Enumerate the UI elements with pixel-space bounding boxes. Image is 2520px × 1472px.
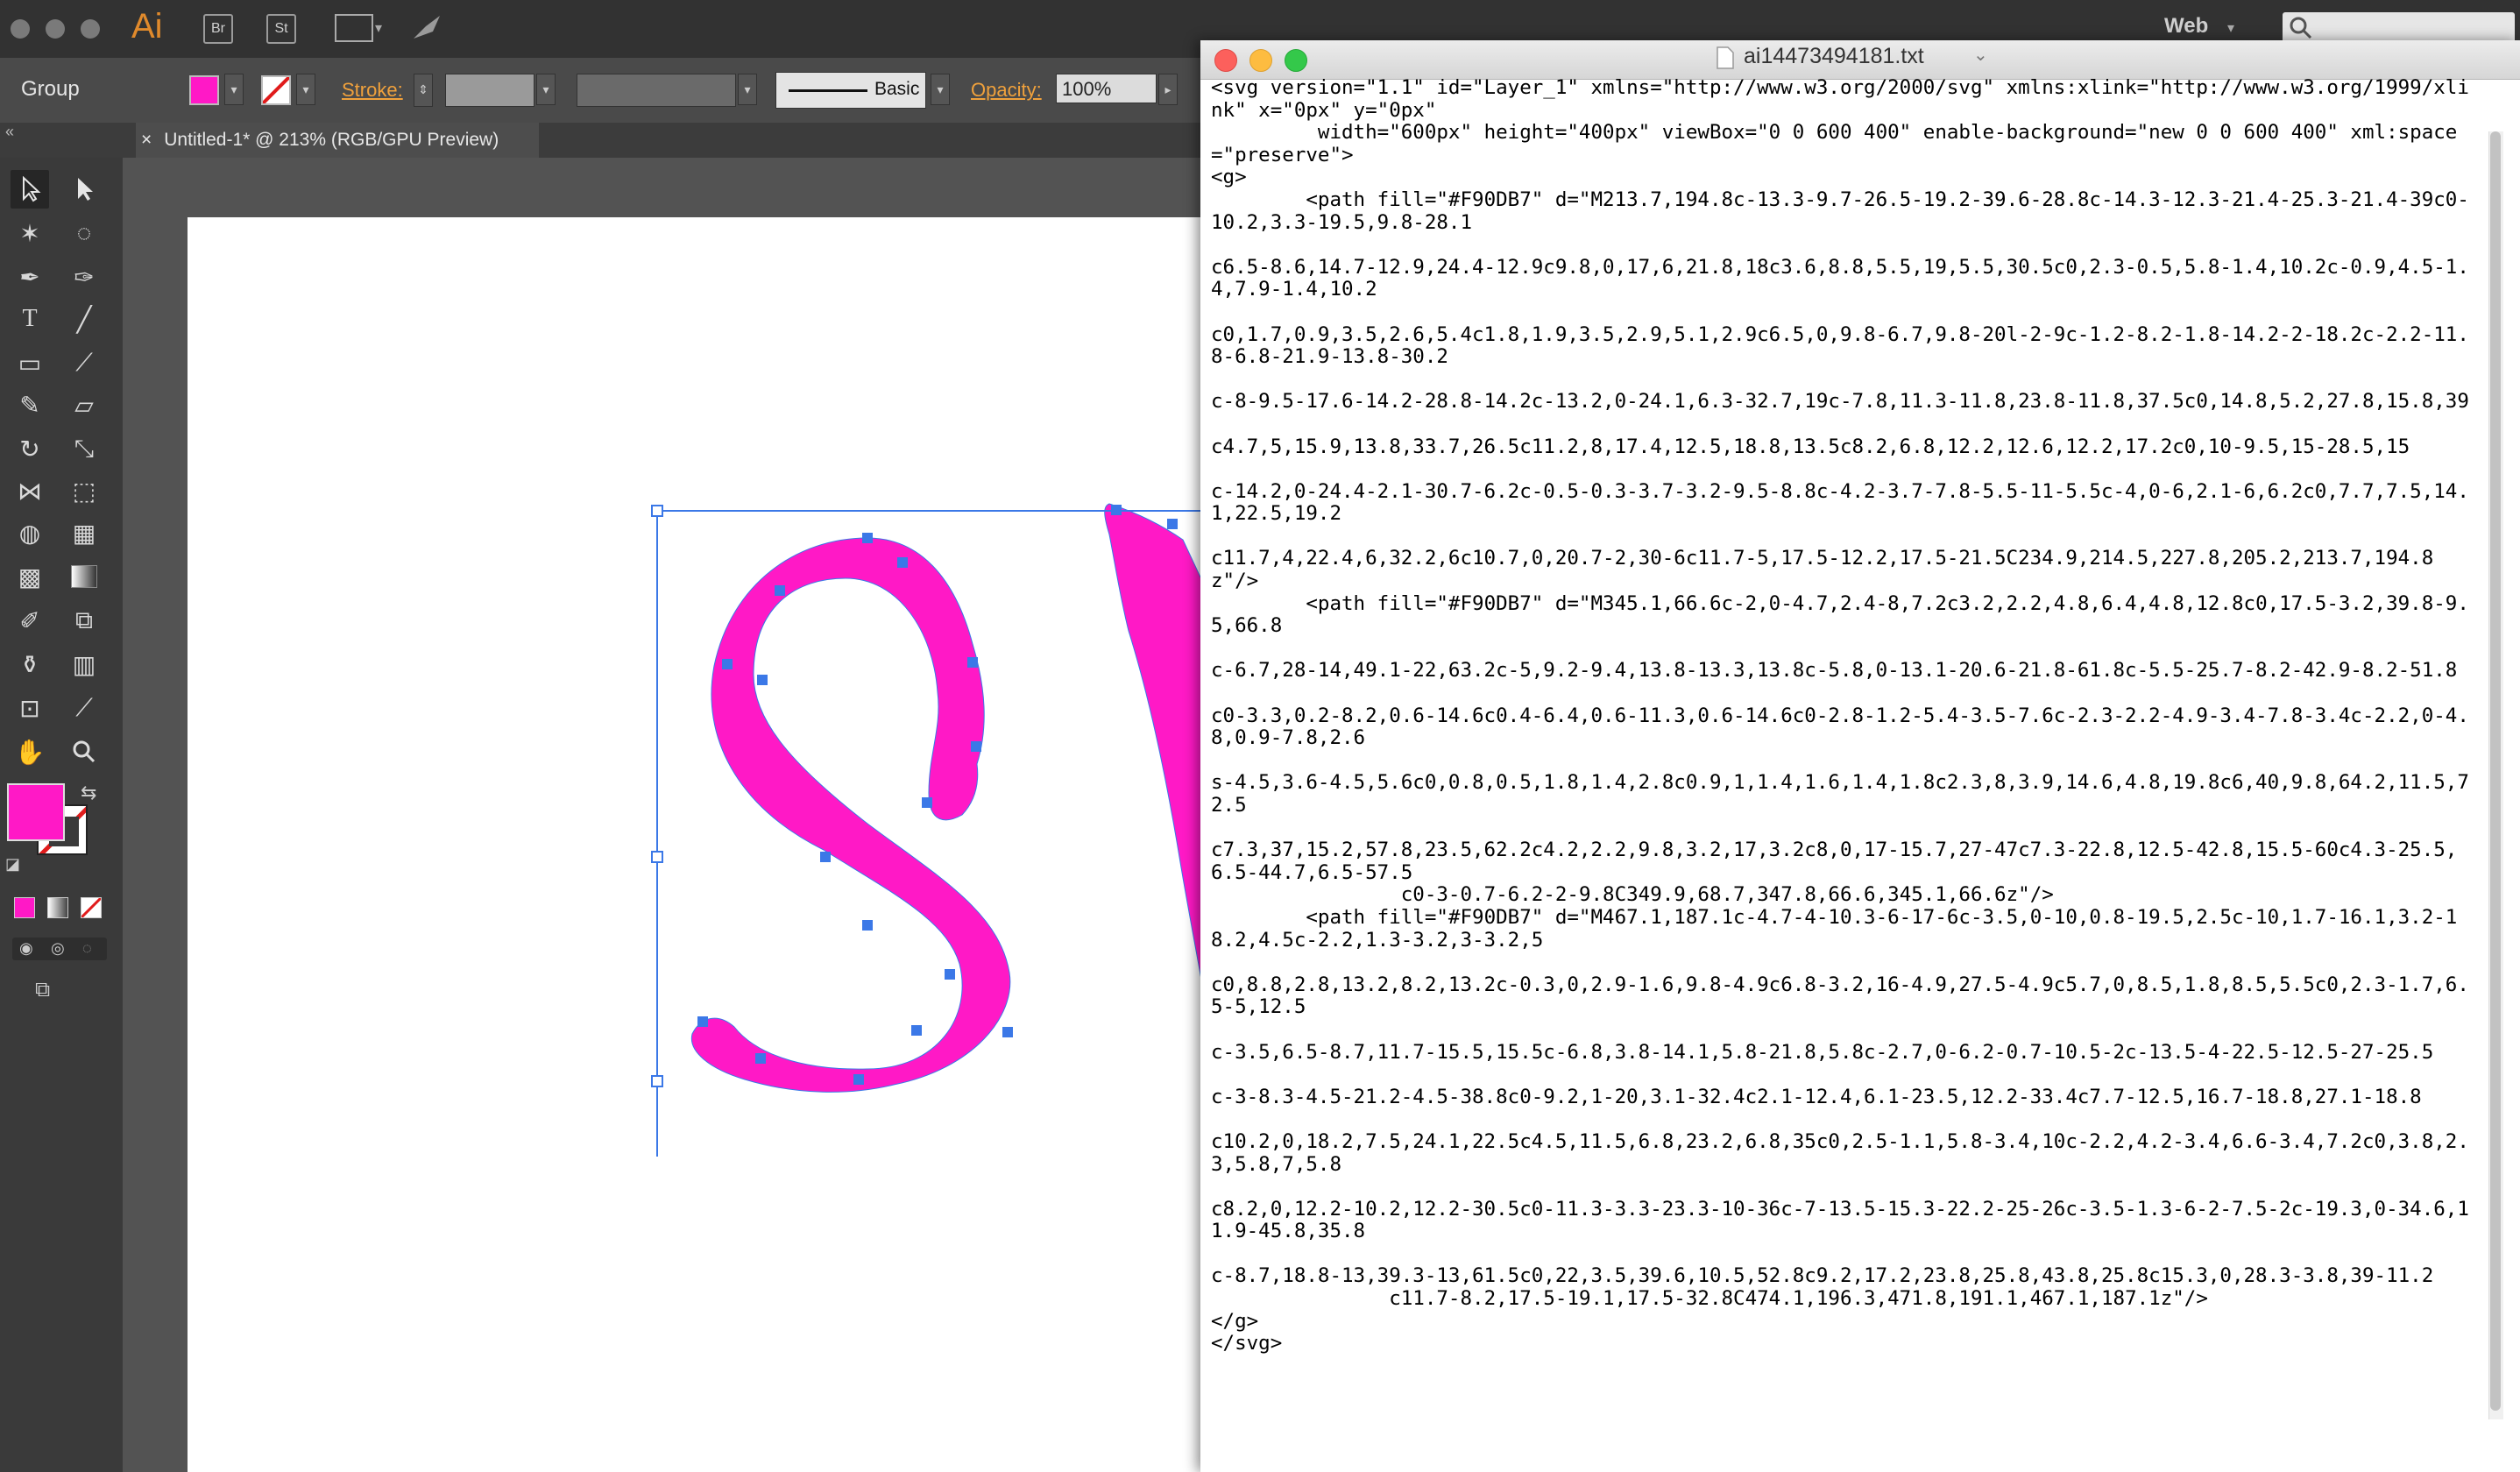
document-tab-title: Untitled-1* @ 213% (RGB/GPU Preview) bbox=[164, 130, 499, 150]
draw-behind-icon[interactable]: ◎ bbox=[51, 939, 65, 958]
type-tool-icon[interactable]: T bbox=[11, 300, 49, 338]
workspace-switcher[interactable]: Web bbox=[2164, 14, 2208, 39]
magic-wand-tool-icon[interactable]: ✶ bbox=[11, 214, 49, 252]
eyedropper-tool-icon[interactable]: ✐ bbox=[11, 601, 49, 640]
rotate-tool-icon[interactable]: ↻ bbox=[11, 429, 49, 468]
stroke-swatch[interactable] bbox=[261, 75, 291, 105]
screen-mode-icon[interactable]: ⧉ bbox=[35, 978, 70, 1004]
bridge-button[interactable]: Br bbox=[203, 14, 233, 44]
gradient-tool-icon[interactable] bbox=[65, 557, 103, 596]
zoom-window-button[interactable] bbox=[81, 19, 100, 39]
brush-label: Basic bbox=[874, 79, 920, 99]
column-graph-tool-icon[interactable]: ▥ bbox=[65, 645, 103, 683]
fill-swatch[interactable] bbox=[189, 75, 219, 105]
draw-inside-icon[interactable]: ◌ bbox=[82, 939, 92, 958]
swap-fill-stroke-icon[interactable]: ⇆ bbox=[81, 782, 96, 804]
perspective-grid-tool-icon[interactable]: ▦ bbox=[65, 513, 103, 552]
stroke-weight-stepper[interactable]: ⇕ bbox=[414, 74, 433, 107]
gradient-mode-button[interactable] bbox=[47, 897, 68, 918]
pen-tool-icon[interactable]: ✒ bbox=[11, 258, 49, 296]
artboard-tool-icon[interactable]: ⊡ bbox=[11, 689, 49, 727]
direct-selection-tool-icon[interactable] bbox=[65, 170, 103, 209]
search-icon bbox=[2290, 17, 2312, 39]
letter-s-path[interactable] bbox=[690, 537, 1011, 1093]
selection-tool-icon[interactable] bbox=[11, 170, 49, 209]
illustrator-logo: Ai bbox=[131, 7, 163, 46]
symbol-sprayer-tool-icon[interactable]: ⚱ bbox=[11, 645, 49, 683]
free-transform-tool-icon[interactable]: ⬚ bbox=[65, 471, 103, 510]
document-tab[interactable]: × Untitled-1* @ 213% (RGB/GPU Preview) bbox=[136, 123, 539, 158]
no-stroke-icon bbox=[263, 77, 289, 103]
default-fill-stroke-icon[interactable]: ◪ bbox=[5, 855, 20, 874]
arrange-documents-icon[interactable] bbox=[335, 14, 373, 42]
chevron-down-icon: ▾ bbox=[375, 21, 383, 36]
opacity-input[interactable]: 100% bbox=[1056, 74, 1157, 103]
variable-width-dropdown[interactable]: ▾ bbox=[738, 74, 757, 105]
collapse-panels-icon[interactable]: « bbox=[5, 123, 14, 141]
mesh-tool-icon[interactable]: ▩ bbox=[11, 557, 49, 596]
editor-minimize-button[interactable] bbox=[1249, 49, 1272, 72]
line-segment-tool-icon[interactable]: ╱ bbox=[65, 300, 103, 338]
minimize-window-button[interactable] bbox=[46, 19, 65, 39]
svg-letter-artwork[interactable] bbox=[648, 456, 1209, 1157]
pencil-tool-icon[interactable]: ✎ bbox=[11, 386, 49, 424]
editor-close-button[interactable] bbox=[1214, 49, 1237, 72]
blend-tool-icon[interactable]: ⧉ bbox=[65, 601, 103, 640]
rectangle-tool-icon[interactable]: ▭ bbox=[11, 343, 49, 382]
opacity-dropdown[interactable]: ▸ bbox=[1158, 74, 1178, 105]
editor-zoom-button[interactable] bbox=[1285, 49, 1307, 72]
paintbrush-tool-icon[interactable]: ⟋ bbox=[65, 343, 103, 382]
brush-dropdown[interactable]: ▾ bbox=[931, 74, 950, 105]
drawing-modes[interactable]: ◉ ◎ ◌ bbox=[12, 938, 107, 960]
editor-title[interactable]: ai14473494181.txt bbox=[1744, 44, 1924, 69]
eraser-tool-icon[interactable]: ▱ bbox=[65, 386, 103, 424]
selection-type-label: Group bbox=[21, 77, 80, 101]
close-window-button[interactable] bbox=[11, 19, 30, 39]
none-mode-button[interactable] bbox=[81, 897, 102, 918]
stroke-label[interactable]: Stroke: bbox=[342, 79, 403, 102]
editor-text-content[interactable]: <svg version="1.1" id="Layer_1" xmlns="h… bbox=[1211, 76, 2478, 1461]
chevron-down-icon[interactable]: ⌄ bbox=[1973, 44, 1988, 66]
curvature-tool-icon[interactable]: ✑ bbox=[65, 258, 103, 296]
gpu-performance-icon[interactable] bbox=[410, 12, 443, 44]
lasso-tool-icon[interactable]: ◌ bbox=[65, 214, 103, 252]
shape-builder-tool-icon[interactable]: ◍ bbox=[11, 513, 49, 552]
bounding-box-handle[interactable] bbox=[651, 1075, 663, 1087]
stroke-weight-dropdown[interactable]: ▾ bbox=[536, 74, 556, 105]
slice-tool-icon[interactable]: ⟋ bbox=[65, 689, 103, 727]
search-input[interactable] bbox=[2283, 12, 2515, 44]
stroke-dropdown[interactable]: ▾ bbox=[296, 74, 315, 105]
scale-tool-icon[interactable]: ⤡ bbox=[65, 429, 103, 468]
letter-v-path[interactable] bbox=[1104, 503, 1209, 1026]
fill-color-box[interactable] bbox=[7, 783, 65, 841]
width-tool-icon[interactable]: ⋈ bbox=[11, 471, 49, 510]
stock-button[interactable]: St bbox=[266, 14, 296, 44]
fill-dropdown[interactable]: ▾ bbox=[224, 74, 244, 105]
color-mode-button[interactable] bbox=[14, 897, 35, 918]
bounding-box-handle[interactable] bbox=[651, 505, 663, 517]
variable-width-profile[interactable] bbox=[577, 74, 736, 107]
brush-definition[interactable]: Basic bbox=[775, 72, 926, 109]
brush-stroke-preview bbox=[789, 89, 867, 92]
editor-scrollbar-thumb[interactable] bbox=[2490, 131, 2501, 1411]
stroke-weight-field[interactable] bbox=[445, 74, 534, 107]
document-icon bbox=[1717, 46, 1734, 69]
bounding-box-handle[interactable] bbox=[651, 851, 663, 863]
draw-normal-icon[interactable]: ◉ bbox=[19, 939, 33, 958]
hand-tool-icon[interactable]: ✋ bbox=[11, 732, 49, 771]
opacity-label[interactable]: Opacity: bbox=[971, 79, 1042, 102]
no-color-icon bbox=[81, 898, 101, 917]
zoom-tool-icon[interactable] bbox=[65, 732, 103, 771]
chevron-down-icon: ▾ bbox=[2227, 21, 2235, 36]
close-tab-button[interactable]: × bbox=[141, 130, 152, 150]
